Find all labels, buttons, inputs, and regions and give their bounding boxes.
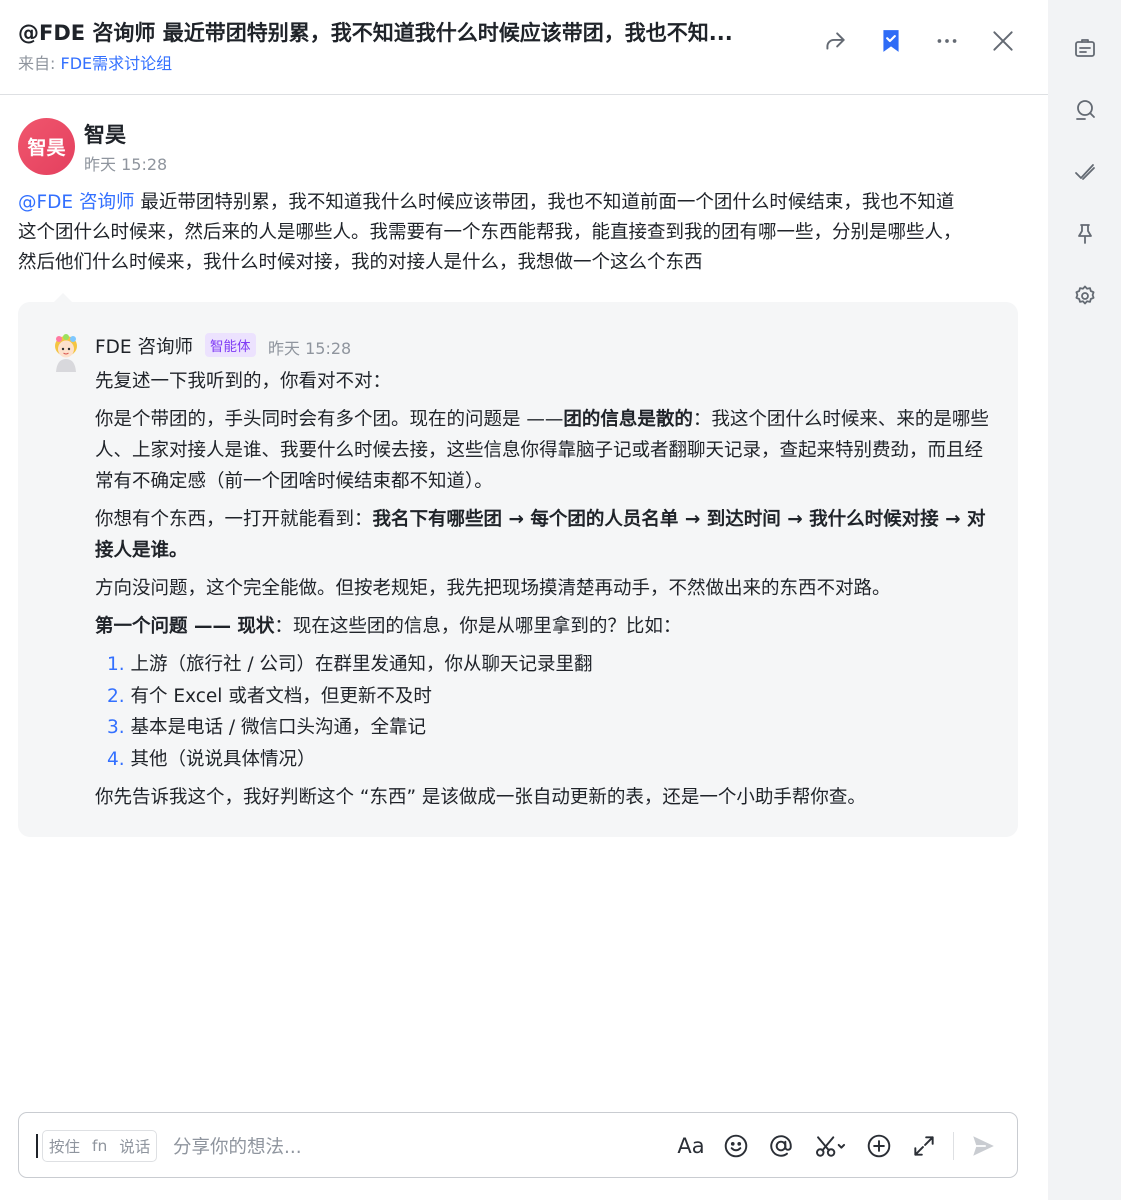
message-composer[interactable]: 按住 fn 说话 分享你的想法... Aa xyxy=(18,1112,1018,1178)
mention-button[interactable] xyxy=(765,1130,797,1162)
list-text: 有个 Excel 或者文档，但更新不及时 xyxy=(130,685,432,707)
screenshot-button[interactable] xyxy=(810,1130,850,1162)
text-segment: 你想有个东西，一打开就能看到： xyxy=(95,509,373,530)
voice-hold-label: 按住 xyxy=(49,1138,81,1156)
thread-title: @FDE 咨询师 最近带团特别累，我不知道我什么时候应该带团，我也不知... xyxy=(18,21,733,45)
send-icon xyxy=(973,1136,994,1156)
right-sidebar xyxy=(1048,0,1121,1200)
pin-icon xyxy=(1077,224,1092,244)
message-text: @FDE 咨询师 最近带团特别累，我不知道我什么时候应该带团，我也不知道前面一个… xyxy=(18,188,963,278)
more-button[interactable] xyxy=(932,26,962,56)
scissors-icon xyxy=(816,1136,846,1157)
composer-placeholder[interactable]: 分享你的想法... xyxy=(173,1133,302,1159)
settings-icon xyxy=(1075,285,1094,305)
text-segment: ：现在这些团的信息，你是从哪里拿到的？比如： xyxy=(274,616,682,637)
message-content: 最近带团特别累，我不知道我什么时候应该带团，我也不知道前面一个团什么时候结束，我… xyxy=(18,192,962,273)
voice-key-label: fn xyxy=(92,1137,108,1155)
send-button[interactable] xyxy=(967,1130,999,1162)
text-segment: 你是个带团的，手头同时会有多个团。现在的问题是 —— xyxy=(95,409,564,430)
voice-input-hint[interactable]: 按住 fn 说话 xyxy=(42,1130,158,1162)
avatar[interactable]: 智昊 xyxy=(18,118,75,175)
mention-link[interactable]: @FDE 咨询师 xyxy=(18,192,134,213)
chat-app: @FDE 咨询师 最近带团特别累，我不知道我什么时候应该带团，我也不知... 来… xyxy=(0,0,1121,1200)
list-text: 基本是电话 / 微信口头沟通，全靠记 xyxy=(130,717,427,738)
list-number: 3. xyxy=(107,717,125,738)
text-caret xyxy=(36,1134,38,1158)
reply-paragraph: 你先告诉我这个，我好判断这个 “东西” 是该做成一张自动更新的表，还是一个小助手… xyxy=(95,787,866,808)
list-item: 2. 有个 Excel 或者文档，但更新不及时 xyxy=(107,681,995,713)
expand-icon xyxy=(914,1136,934,1156)
bot-badge: 智能体 xyxy=(205,333,256,357)
bot-name[interactable]: FDE 咨询师 xyxy=(95,333,193,359)
emoji-button[interactable] xyxy=(720,1130,752,1162)
thread-header: @FDE 咨询师 最近带团特别累，我不知道我什么时候应该带团，我也不知... 来… xyxy=(0,0,1048,95)
option-list: 1. 上游（旅行社 / 公司）在群里发通知，你从聊天记录里翻 2. 有个 Exc… xyxy=(95,649,995,775)
tasks-button[interactable] xyxy=(1065,152,1105,192)
search-icon xyxy=(1075,100,1095,120)
bold-segment: 团的信息是散的 xyxy=(563,409,693,430)
pin-button[interactable] xyxy=(1065,214,1105,254)
emoji-icon xyxy=(724,1134,748,1158)
voice-speak-label: 说话 xyxy=(119,1138,151,1156)
bot-avatar[interactable] xyxy=(50,332,82,372)
add-button[interactable] xyxy=(863,1130,895,1162)
source-prefix: 来自: xyxy=(18,54,56,73)
reply-bubble: FDE 咨询师 智能体 昨天 15:28 先复述一下我听到的，你看对不对： 你是… xyxy=(18,293,1018,837)
reply-paragraph: 方向没问题，这个完全能做。但按老规矩，我先把现场摸清楚再动手，不然做出来的东西不… xyxy=(95,578,891,599)
bookmark-icon xyxy=(883,30,899,52)
share-button[interactable] xyxy=(820,26,850,56)
check-icon xyxy=(1074,164,1095,180)
format-button[interactable]: Aa xyxy=(675,1130,707,1162)
more-icon xyxy=(937,39,957,43)
list-item: 1. 上游（旅行社 / 公司）在群里发通知，你从聊天记录里翻 xyxy=(107,649,995,681)
toolbar-divider xyxy=(953,1132,954,1160)
message-author[interactable]: 智昊 xyxy=(84,119,126,149)
share-icon xyxy=(826,32,845,50)
reply-text: 先复述一下我听到的，你看对不对： 你是个带团的，手头同时会有多个团。现在的问题是… xyxy=(95,366,995,820)
header-actions xyxy=(820,26,1018,56)
message-time: 昨天 15:28 xyxy=(84,155,168,174)
reply-paragraph: 先复述一下我听到的，你看对不对： xyxy=(95,371,392,392)
close-button[interactable] xyxy=(988,26,1018,56)
mention-icon xyxy=(770,1135,792,1157)
format-label: Aa xyxy=(677,1134,705,1158)
reply-paragraph: 第一个问题 —— 现状：现在这些团的信息，你是从哪里拿到的？比如： xyxy=(95,611,995,642)
list-item: 3. 基本是电话 / 微信口头沟通，全靠记 xyxy=(107,712,995,744)
list-text: 上游（旅行社 / 公司）在群里发通知，你从聊天记录里翻 xyxy=(130,654,593,675)
reply-paragraph: 你是个带团的，手头同时会有多个团。现在的问题是 ——团的信息是散的：我这个团什么… xyxy=(95,404,995,497)
source-group-link[interactable]: FDE需求讨论组 xyxy=(61,54,173,73)
announcement-button[interactable] xyxy=(1065,28,1105,68)
settings-button[interactable] xyxy=(1065,276,1105,316)
list-number: 4. xyxy=(107,748,125,770)
add-icon xyxy=(867,1134,891,1158)
reply-paragraph: 你想有个东西，一打开就能看到：我名下有哪些团 → 每个团的人员名单 → 到达时间… xyxy=(95,504,995,566)
reply-time: 昨天 15:28 xyxy=(268,339,352,358)
list-number: 1. xyxy=(107,654,125,675)
list-item: 4. 其他（说说具体情况） xyxy=(107,744,995,776)
bookmark-button[interactable] xyxy=(876,26,906,56)
search-button[interactable] xyxy=(1065,90,1105,130)
close-icon xyxy=(993,31,1013,51)
composer-toolbar: Aa xyxy=(675,1130,999,1162)
thread-panel: @FDE 咨询师 最近带团特别累，我不知道我什么时候应该带团，我也不知... 来… xyxy=(0,0,1048,1200)
announcement-icon xyxy=(1074,39,1095,57)
bold-segment: 第一个问题 —— 现状 xyxy=(95,616,275,637)
list-text: 其他（说说具体情况） xyxy=(130,748,316,770)
expand-button[interactable] xyxy=(908,1130,940,1162)
list-number: 2. xyxy=(107,685,125,707)
